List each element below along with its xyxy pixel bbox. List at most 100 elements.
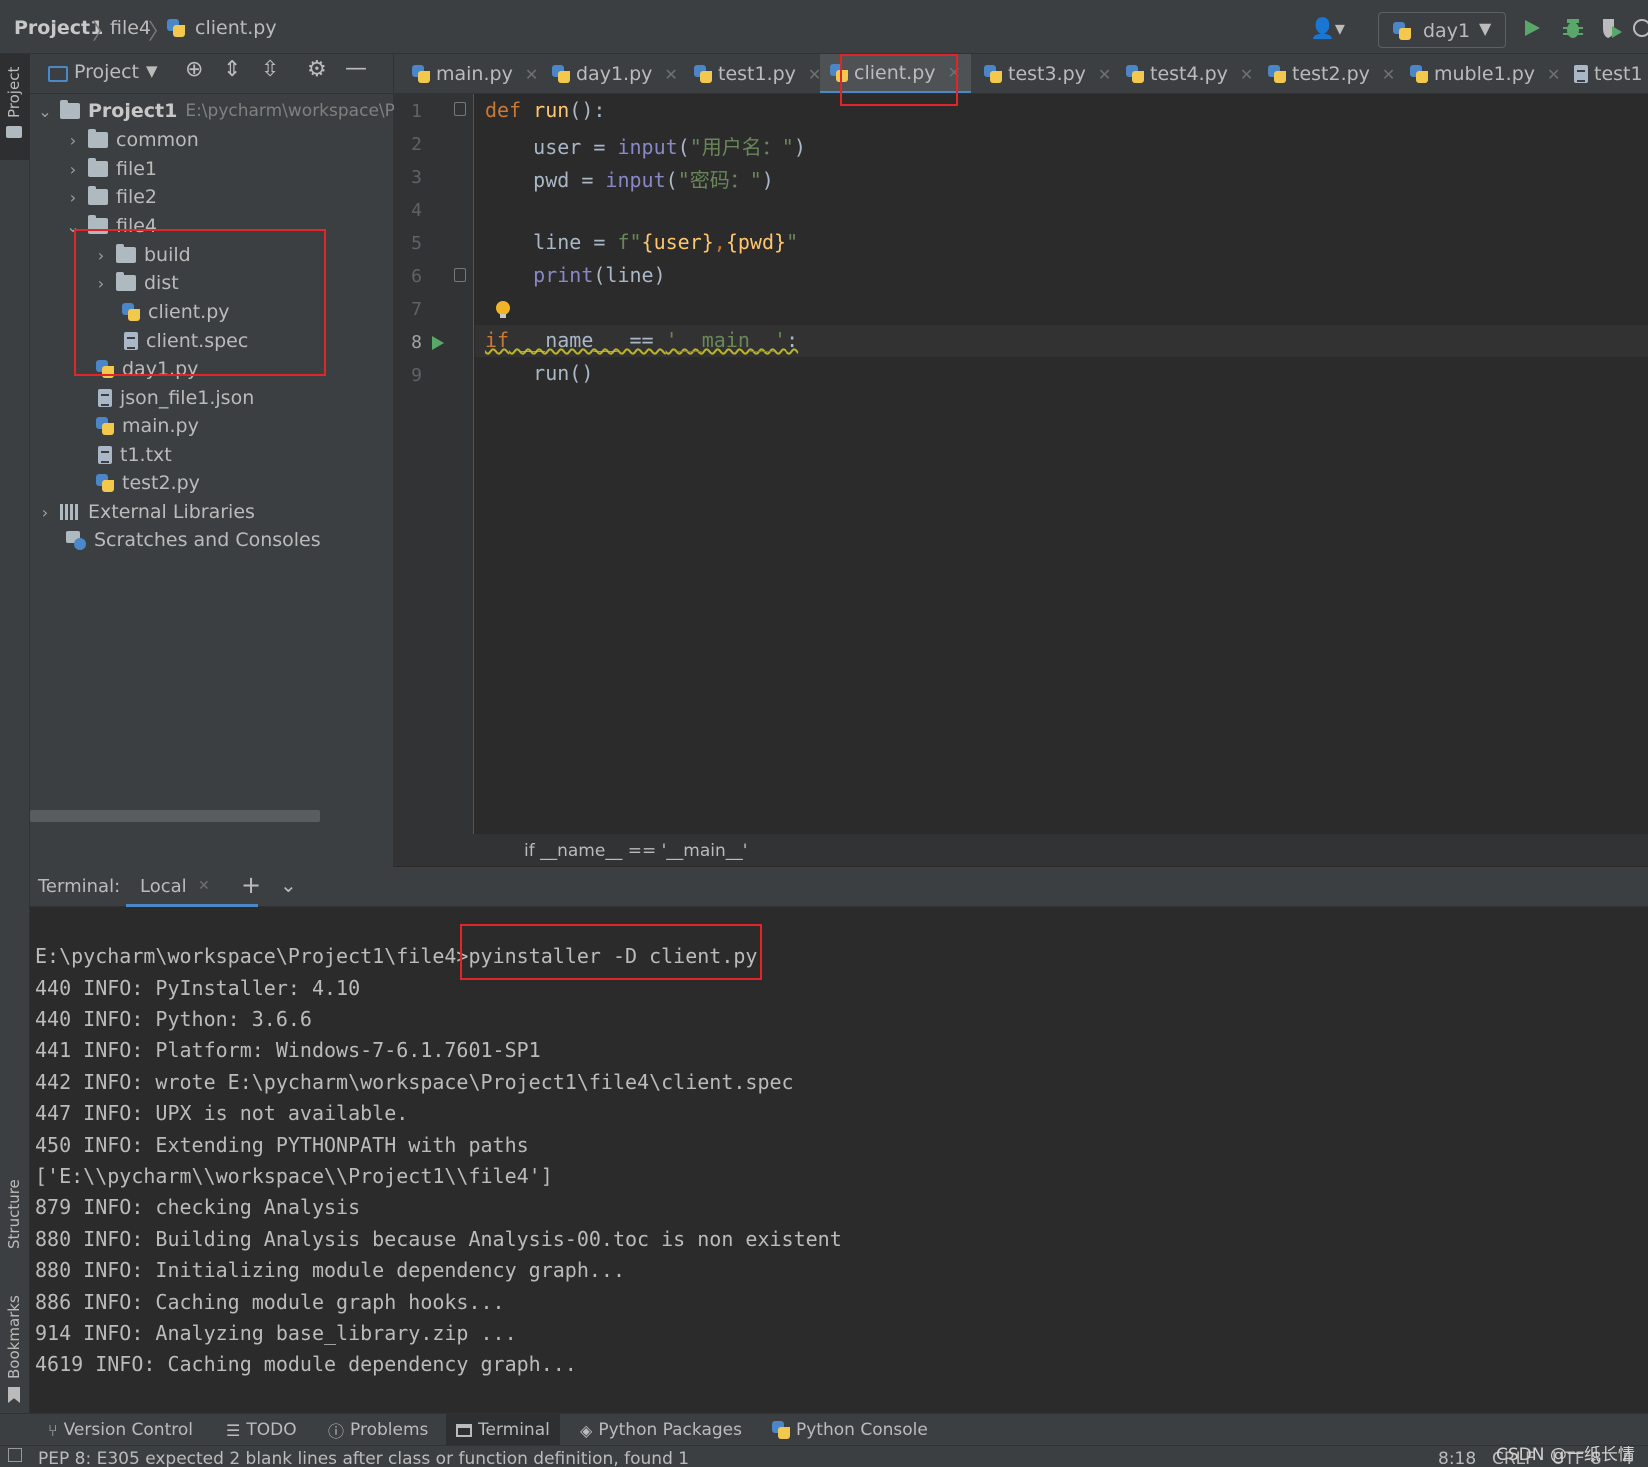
- branch-icon: ⑂: [48, 1420, 58, 1440]
- terminal-output[interactable]: E:\pycharm\workspace\Project1\file4>pyin…: [30, 907, 1648, 1413]
- tree-item-main-py[interactable]: main.py: [96, 411, 199, 441]
- tree-root-project1[interactable]: ⌄ Project1 E:\pycharm\workspace\P: [38, 96, 395, 126]
- tree-item-common[interactable]: › common: [66, 125, 199, 155]
- tree-item-json-file1[interactable]: json_file1.json: [98, 383, 254, 413]
- run-config-label: day1: [1423, 20, 1471, 42]
- tab-main-py[interactable]: main.py ✕: [412, 54, 538, 93]
- tool-label: Version Control: [63, 1420, 193, 1440]
- tree-item-t1-txt[interactable]: t1.txt: [98, 440, 172, 470]
- status-message[interactable]: PEP 8: E305 expected 2 blank lines after…: [38, 1449, 689, 1467]
- structure-tool-button[interactable]: Structure: [0, 1149, 30, 1269]
- folder-icon: [116, 272, 136, 291]
- navigation-bar: Project1 〉 file4 〉 client.py 👤▾ day1 ▼: [0, 0, 1648, 54]
- user-icon[interactable]: 👤▾: [1310, 16, 1345, 40]
- profile-icon[interactable]: [1632, 18, 1648, 38]
- fold-icon[interactable]: [454, 268, 466, 282]
- tree-item-scratches[interactable]: Scratches and Consoles: [66, 525, 321, 555]
- close-icon[interactable]: ✕: [1098, 65, 1111, 84]
- tab-day1-py[interactable]: day1.py ✕: [552, 54, 678, 93]
- code-token: input: [617, 135, 678, 159]
- code-line-5: line = f"{user},{pwd}": [485, 230, 798, 254]
- text-file-icon: [124, 332, 138, 350]
- chevron-right-icon: ›: [69, 130, 77, 150]
- bookmark-icon: [8, 1387, 20, 1403]
- close-icon[interactable]: ✕: [1547, 65, 1560, 84]
- breadcrumb-folder[interactable]: file4: [110, 17, 151, 39]
- close-icon[interactable]: ✕: [664, 65, 677, 84]
- code-token: (: [665, 168, 678, 192]
- project-tool-button[interactable]: Project: [0, 54, 30, 160]
- tree-item-client-py[interactable]: client.py: [122, 297, 230, 327]
- breadcrumb-file[interactable]: client.py: [167, 17, 277, 39]
- tree-item-day1-py[interactable]: day1.py: [96, 354, 198, 384]
- python-console-button[interactable]: Python Console: [772, 1414, 928, 1446]
- tree-item-client-spec[interactable]: client.spec: [124, 326, 248, 356]
- caret-position[interactable]: 8:18: [1438, 1449, 1476, 1467]
- chevron-down-icon[interactable]: ⌄: [280, 873, 297, 897]
- tree-item-file2[interactable]: › file2: [66, 182, 157, 212]
- chevron-down-icon: ⌄: [38, 101, 52, 121]
- tree-item-file4[interactable]: ⌄ file4: [66, 211, 157, 241]
- tree-item-external-libraries[interactable]: › External Libraries: [38, 497, 255, 527]
- tab-test2-py[interactable]: test2.py ✕: [1268, 54, 1395, 93]
- run-configuration-select[interactable]: day1 ▼: [1378, 12, 1506, 48]
- lightbulb-icon[interactable]: [495, 301, 511, 319]
- tab-client-py[interactable]: client.py ✕: [820, 54, 971, 93]
- collapse-all-icon[interactable]: ⇳: [261, 57, 279, 82]
- project-panel: Project ▼ ⊕ ⇕ ⇳ ⚙ — ⌄ Project1 E:\pychar…: [30, 54, 395, 867]
- scratch-icon: [66, 531, 86, 550]
- run-icon[interactable]: [1522, 18, 1542, 38]
- gear-icon[interactable]: ⚙: [307, 57, 327, 82]
- close-icon[interactable]: ✕: [1240, 65, 1253, 84]
- chevron-right-icon: ›: [69, 187, 77, 207]
- tree-item-file1[interactable]: › file1: [66, 154, 157, 184]
- add-icon[interactable]: +: [241, 871, 261, 899]
- todo-button[interactable]: ☰ TODO: [226, 1414, 297, 1446]
- tree-item-label: file4: [116, 215, 158, 237]
- project-view-select[interactable]: Project: [74, 61, 139, 83]
- close-icon[interactable]: ✕: [198, 878, 210, 894]
- terminal-line: 880 INFO: Building Analysis because Anal…: [35, 1227, 842, 1251]
- code-token: run(): [485, 361, 594, 385]
- code-editor[interactable]: def run(): user = input("用户名：") pwd = in…: [475, 94, 1648, 834]
- folder-icon: [116, 244, 136, 263]
- tab-label: test1.py: [718, 63, 796, 85]
- chevron-right-icon: ›: [97, 245, 105, 265]
- terminal-line: ['E:\\pycharm\\workspace\\Project1\\file…: [35, 1164, 553, 1188]
- terminal-prompt-line: E:\pycharm\workspace\Project1\file4>pyin…: [35, 944, 757, 968]
- locate-icon[interactable]: ⊕: [185, 57, 203, 82]
- status-toggle-icon[interactable]: [8, 1448, 22, 1462]
- coverage-icon[interactable]: [1600, 16, 1624, 40]
- tree-item-test2-py[interactable]: test2.py: [96, 468, 200, 498]
- terminal-button[interactable]: Terminal: [446, 1414, 560, 1446]
- python-file-icon: [96, 360, 114, 378]
- tab-muble1-py[interactable]: muble1.py ✕: [1410, 54, 1560, 93]
- terminal-tab-local[interactable]: Local ✕: [126, 867, 258, 907]
- version-control-button[interactable]: ⑂ Version Control: [48, 1414, 193, 1446]
- code-line-8: if __name__ == '__main__':: [485, 328, 798, 352]
- close-icon[interactable]: ✕: [525, 65, 538, 84]
- editor-tab-bar: main.py ✕ day1.py ✕ test1.py ✕ client.py…: [394, 54, 1648, 94]
- debug-icon[interactable]: [1562, 16, 1584, 40]
- run-gutter-icon[interactable]: [430, 334, 446, 352]
- chevron-down-icon[interactable]: ▼: [146, 62, 158, 80]
- tab-test1[interactable]: test1: [1574, 54, 1643, 93]
- expand-all-icon[interactable]: ⇕: [223, 57, 241, 82]
- bookmarks-tool-button[interactable]: Bookmarks: [0, 1279, 30, 1407]
- tree-item-dist[interactable]: › dist: [94, 268, 179, 298]
- python-file-icon: [96, 417, 114, 435]
- close-icon[interactable]: ✕: [948, 63, 961, 82]
- tree-item-build[interactable]: › build: [94, 240, 191, 270]
- tab-test3-py[interactable]: test3.py ✕: [984, 54, 1111, 93]
- tab-test4-py[interactable]: test4.py ✕: [1126, 54, 1253, 93]
- tab-test1-py[interactable]: test1.py ✕: [694, 54, 821, 93]
- horizontal-scrollbar[interactable]: [30, 810, 320, 822]
- problems-button[interactable]: ⓘ Problems: [328, 1414, 428, 1446]
- hide-panel-icon[interactable]: —: [345, 56, 367, 81]
- editor-crumb-label[interactable]: if __name__ == '__main__': [524, 841, 747, 861]
- breadcrumb-project[interactable]: Project1: [14, 17, 103, 39]
- python-packages-button[interactable]: ◈ Python Packages: [580, 1414, 742, 1446]
- close-icon[interactable]: ✕: [1382, 65, 1395, 84]
- fold-icon[interactable]: [454, 102, 466, 116]
- code-token: f": [617, 230, 642, 254]
